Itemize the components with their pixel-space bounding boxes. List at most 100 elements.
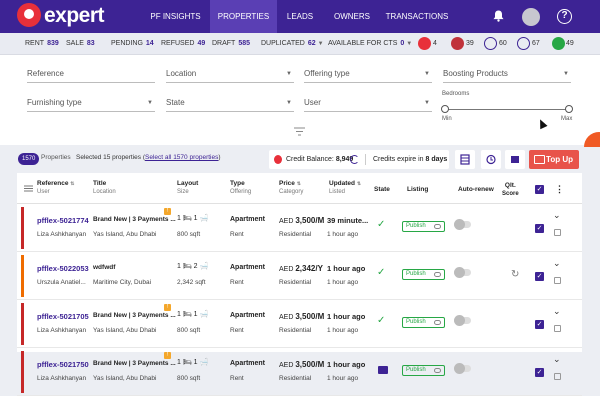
location-filter[interactable]: Location ▼ [166, 69, 294, 83]
nav-leads[interactable]: LEADS [277, 0, 323, 33]
export-button[interactable] [455, 150, 475, 169]
property-location: Yas Island, Abu Dhabi [93, 231, 157, 238]
table-row[interactable]: pfflex-5021750 Liza Ashkhanyan Brand New… [17, 348, 582, 396]
reference-link[interactable]: pfflex-5022053 [37, 264, 89, 273]
listed-time: 1 hour ago [327, 231, 359, 238]
boosting-products-select[interactable]: Boosting Products ▼ [443, 69, 571, 83]
auto-renew-toggle[interactable] [454, 315, 471, 326]
refresh-credits-icon[interactable] [350, 155, 359, 164]
col-price[interactable]: Price ⇅ Category [279, 180, 303, 195]
nav-pf-insights[interactable]: PF INSIGHTS [142, 0, 209, 33]
help-icon[interactable]: ? [557, 9, 572, 24]
nav-properties[interactable]: PROPERTIES [210, 0, 277, 33]
property-layout: 1 🛏 2 🛁 [177, 263, 209, 270]
slider-max-label: Max [561, 116, 573, 122]
lock-icon [554, 277, 561, 284]
table-row[interactable]: pfflex-5021705 Liza Ashkhanyan Brand New… [17, 300, 582, 348]
col-title[interactable]: Title Location [93, 180, 116, 195]
row-checkbox[interactable]: ✓ [535, 368, 544, 377]
property-title[interactable]: Brand New | 3 Payments ... [93, 312, 183, 319]
history-button[interactable] [481, 150, 501, 169]
mail-icon[interactable] [378, 366, 388, 374]
select-all-link[interactable]: Select all 1570 properties [145, 154, 218, 161]
user-avatar[interactable] [522, 8, 540, 26]
offering-type-select[interactable]: Offering type ▼ [304, 69, 432, 83]
nav-owners[interactable]: OWNERS [325, 0, 379, 33]
stat-pending[interactable]: PENDING 14 [111, 33, 154, 55]
expand-chevron-icon[interactable]: ⌄ [553, 258, 561, 269]
sort-columns-icon[interactable] [24, 185, 33, 192]
col-listing[interactable]: Listing [407, 186, 428, 193]
auto-renew-toggle[interactable] [454, 267, 471, 278]
lock-icon [554, 325, 561, 332]
property-layout: 1 🛏 1 🛁 [177, 359, 209, 366]
notifications-bell-icon[interactable] [493, 10, 504, 22]
row-checkbox[interactable]: ✓ [535, 272, 544, 281]
warning-icon[interactable]: ! [164, 352, 171, 359]
reference-filter[interactable]: Reference [27, 69, 155, 83]
property-title[interactable]: Brand New | 3 Payments ... [93, 360, 183, 367]
furnishing-type-select[interactable]: Furnishing type ▼ [27, 98, 155, 112]
publish-button[interactable]: Publish [402, 317, 445, 328]
stat-duplicated[interactable]: DUPLICATED 62 ▼ [261, 33, 324, 55]
row-checkbox[interactable]: ✓ [535, 320, 544, 329]
brand-name[interactable]: expert [44, 4, 105, 28]
col-reference[interactable]: Reference ⇅ User [37, 180, 74, 195]
expand-chevron-icon[interactable]: ⌄ [553, 210, 561, 221]
expand-chevron-icon[interactable]: ⌄ [553, 354, 561, 365]
offering-type: Rent [230, 231, 244, 238]
chevron-down-icon: ▼ [424, 71, 430, 77]
stat-sale[interactable]: SALE 83 [66, 33, 95, 55]
table-row[interactable]: pfflex-5022053 Urszula Anatiel... wdfwdf… [17, 252, 582, 300]
property-title[interactable]: Brand New | 3 Payments ... [93, 216, 183, 223]
table-header: Reference ⇅ User Title Location Layout Size… [17, 173, 582, 204]
pf-score-count[interactable]: 4 [433, 33, 437, 55]
warning-icon[interactable]: ! [164, 304, 171, 311]
row-checkbox[interactable]: ✓ [535, 224, 544, 233]
featured-count[interactable]: 49 [566, 33, 574, 55]
stat-draft[interactable]: DRAFT 585 [212, 33, 250, 55]
verified-count[interactable]: 60 [499, 33, 507, 55]
select-all-checkbox[interactable]: ✓ [535, 185, 544, 194]
col-layout[interactable]: Layout Size [177, 180, 198, 195]
expand-chevron-icon[interactable]: ⌄ [553, 306, 561, 317]
stat-available-cts[interactable]: AVAILABLE FOR CTS 0 ▼ [328, 33, 412, 55]
property-category: Residential [279, 375, 312, 382]
col-autorenew[interactable]: Auto-renew [458, 186, 494, 193]
table-row[interactable]: pfflex-5021774 Liza Ashkhanyan Brand New… [17, 204, 582, 252]
property-title[interactable]: wdfwdf [93, 264, 183, 271]
publish-button[interactable]: Publish [402, 365, 445, 376]
stat-rent[interactable]: RENT 839 [25, 33, 59, 55]
stat-refused[interactable]: REFUSED 49 [161, 33, 205, 55]
auto-renew-toggle[interactable] [454, 363, 471, 374]
collapse-filters-icon[interactable] [294, 127, 305, 136]
reference-link[interactable]: pfflex-5021705 [37, 312, 89, 321]
col-type[interactable]: Type Offering [230, 180, 251, 195]
reference-link[interactable]: pfflex-5021750 [37, 360, 89, 369]
bedrooms-max-handle[interactable] [565, 105, 573, 113]
bedrooms-min-handle[interactable] [441, 105, 449, 113]
reference-link[interactable]: pfflex-5021774 [37, 216, 89, 225]
col-state[interactable]: State [374, 186, 390, 193]
top-up-button[interactable]: Top Up [529, 150, 579, 169]
state-select[interactable]: State ▼ [166, 98, 294, 112]
fire-count[interactable]: 39 [466, 33, 474, 55]
publish-button[interactable]: Publish [402, 269, 445, 280]
publish-button[interactable]: Publish [402, 221, 445, 232]
more-options-icon[interactable]: ⋮ [555, 184, 564, 195]
auto-renew-toggle[interactable] [454, 219, 471, 230]
bulk-actions-button[interactable] [505, 150, 525, 169]
user-select[interactable]: User ▼ [304, 98, 432, 112]
status-bar [21, 255, 24, 297]
col-quality-score[interactable]: Qlt. Score [502, 182, 519, 197]
premium-count[interactable]: 67 [532, 33, 540, 55]
refresh-icon[interactable]: ↻ [511, 269, 519, 280]
agent-name: Urszula Anatiel... [37, 279, 86, 286]
warning-icon[interactable]: ! [164, 208, 171, 215]
brand-logo-icon[interactable] [17, 3, 41, 27]
property-price: AED 3,500/M [279, 216, 325, 225]
slider-min-label: Min [442, 116, 452, 122]
bedrooms-slider-track[interactable] [445, 109, 569, 110]
nav-transactions[interactable]: TRANSACTIONS [382, 0, 452, 33]
col-updated[interactable]: Updated ⇅ Listed [329, 180, 361, 195]
